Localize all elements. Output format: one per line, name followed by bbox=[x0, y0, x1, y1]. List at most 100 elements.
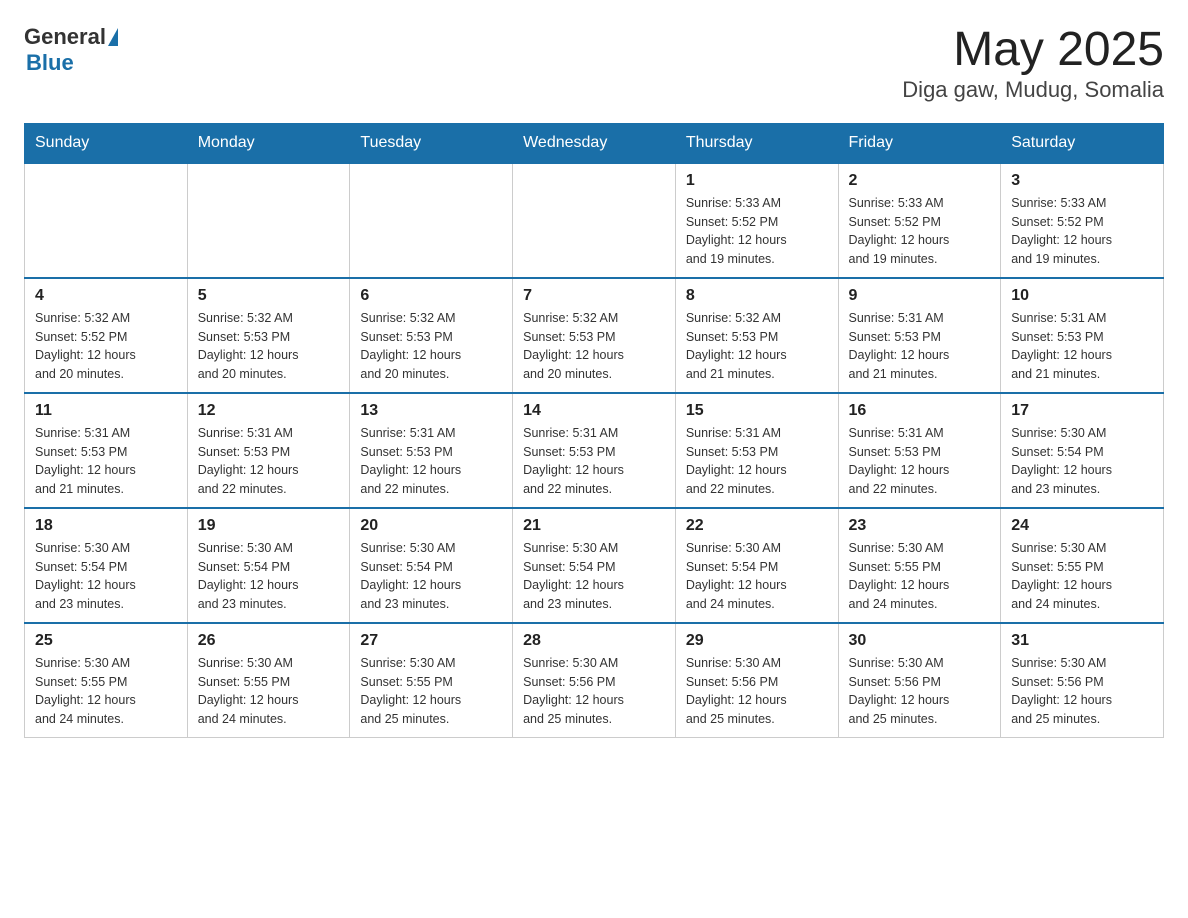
calendar-cell bbox=[187, 163, 350, 278]
calendar-cell: 26Sunrise: 5:30 AMSunset: 5:55 PMDayligh… bbox=[187, 623, 350, 738]
col-sunday: Sunday bbox=[25, 123, 188, 163]
calendar-cell: 9 Sunrise: 5:31 AMSunset: 5:53 PMDaylight… bbox=[838, 278, 1001, 393]
calendar-cell: 28 Sunrise: 5:30 AMSunset: 5:56 PMDayligh… bbox=[513, 623, 676, 738]
calendar-cell bbox=[350, 163, 513, 278]
day-number: 13 bbox=[360, 402, 502, 420]
day-info: Sunrise: 5:30 AMSunset: 5:55 PMDaylight:… bbox=[1011, 539, 1153, 614]
day-number: 19 bbox=[198, 517, 340, 535]
day-info: Sunrise: 5:31 AMSunset: 5:53 PMDaylight:… bbox=[35, 424, 177, 499]
logo-triangle-icon bbox=[108, 28, 118, 46]
day-number: 4 bbox=[35, 287, 177, 305]
calendar-title: May 2025 bbox=[902, 24, 1164, 77]
logo: General Blue bbox=[24, 24, 120, 76]
calendar-cell: 8 Sunrise: 5:32 AMSunset: 5:53 PMDaylight… bbox=[675, 278, 838, 393]
calendar-cell: 2 Sunrise: 5:33 AMSunset: 5:52 PMDaylight… bbox=[838, 163, 1001, 278]
logo-blue-text: Blue bbox=[26, 50, 74, 75]
day-info: Sunrise: 5:31 AMSunset: 5:53 PMDaylight:… bbox=[360, 424, 502, 499]
day-info: Sunrise: 5:32 AMSunset: 5:52 PMDaylight:… bbox=[35, 309, 177, 384]
day-info: Sunrise: 5:30 AMSunset: 5:54 PMDaylight:… bbox=[523, 539, 665, 614]
day-number: 12 bbox=[198, 402, 340, 420]
day-number: 9 bbox=[849, 287, 991, 305]
day-number: 18 bbox=[35, 517, 177, 535]
day-info: Sunrise: 5:33 AMSunset: 5:52 PMDaylight:… bbox=[849, 194, 991, 269]
calendar-cell: 10Sunrise: 5:31 AMSunset: 5:53 PMDayligh… bbox=[1001, 278, 1164, 393]
calendar-cell: 13 Sunrise: 5:31 AMSunset: 5:53 PMDayligh… bbox=[350, 393, 513, 508]
col-wednesday: Wednesday bbox=[513, 123, 676, 163]
day-number: 24 bbox=[1011, 517, 1153, 535]
day-info: Sunrise: 5:32 AMSunset: 5:53 PMDaylight:… bbox=[360, 309, 502, 384]
day-info: Sunrise: 5:30 AMSunset: 5:56 PMDaylight:… bbox=[686, 654, 828, 729]
day-info: Sunrise: 5:30 AMSunset: 5:54 PMDaylight:… bbox=[1011, 424, 1153, 499]
day-info: Sunrise: 5:30 AMSunset: 5:54 PMDaylight:… bbox=[35, 539, 177, 614]
calendar-table: Sunday Monday Tuesday Wednesday Thursday… bbox=[24, 123, 1164, 738]
day-number: 14 bbox=[523, 402, 665, 420]
day-number: 8 bbox=[686, 287, 828, 305]
day-number: 6 bbox=[360, 287, 502, 305]
day-info: Sunrise: 5:33 AMSunset: 5:52 PMDaylight:… bbox=[686, 194, 828, 269]
calendar-cell: 27 Sunrise: 5:30 AMSunset: 5:55 PMDayligh… bbox=[350, 623, 513, 738]
day-info: Sunrise: 5:32 AMSunset: 5:53 PMDaylight:… bbox=[523, 309, 665, 384]
week-row-1: 1 Sunrise: 5:33 AMSunset: 5:52 PMDaylight… bbox=[25, 163, 1164, 278]
calendar-cell: 29 Sunrise: 5:30 AMSunset: 5:56 PMDayligh… bbox=[675, 623, 838, 738]
day-info: Sunrise: 5:31 AMSunset: 5:53 PMDaylight:… bbox=[686, 424, 828, 499]
day-info: Sunrise: 5:30 AMSunset: 5:55 PMDaylight:… bbox=[360, 654, 502, 729]
calendar-cell: 5Sunrise: 5:32 AMSunset: 5:53 PMDaylight… bbox=[187, 278, 350, 393]
col-tuesday: Tuesday bbox=[350, 123, 513, 163]
day-number: 10 bbox=[1011, 287, 1153, 305]
calendar-cell: 31Sunrise: 5:30 AMSunset: 5:56 PMDayligh… bbox=[1001, 623, 1164, 738]
col-monday: Monday bbox=[187, 123, 350, 163]
calendar-cell: 12 Sunrise: 5:31 AMSunset: 5:53 PMDayligh… bbox=[187, 393, 350, 508]
day-number: 29 bbox=[686, 632, 828, 650]
calendar-cell: 20 Sunrise: 5:30 AMSunset: 5:54 PMDayligh… bbox=[350, 508, 513, 623]
calendar-cell: 11 Sunrise: 5:31 AMSunset: 5:53 PMDayligh… bbox=[25, 393, 188, 508]
day-number: 22 bbox=[686, 517, 828, 535]
day-info: Sunrise: 5:30 AMSunset: 5:56 PMDaylight:… bbox=[849, 654, 991, 729]
calendar-header-row: Sunday Monday Tuesday Wednesday Thursday… bbox=[25, 123, 1164, 163]
day-info: Sunrise: 5:30 AMSunset: 5:54 PMDaylight:… bbox=[360, 539, 502, 614]
week-row-5: 25 Sunrise: 5:30 AMSunset: 5:55 PMDayligh… bbox=[25, 623, 1164, 738]
title-block: May 2025 Diga gaw, Mudug, Somalia bbox=[902, 24, 1164, 103]
calendar-cell: 25 Sunrise: 5:30 AMSunset: 5:55 PMDayligh… bbox=[25, 623, 188, 738]
logo-general-text: General bbox=[24, 24, 106, 50]
week-row-4: 18 Sunrise: 5:30 AMSunset: 5:54 PMDayligh… bbox=[25, 508, 1164, 623]
day-info: Sunrise: 5:31 AMSunset: 5:53 PMDaylight:… bbox=[849, 309, 991, 384]
day-number: 11 bbox=[35, 402, 177, 420]
day-number: 17 bbox=[1011, 402, 1153, 420]
calendar-cell: 15Sunrise: 5:31 AMSunset: 5:53 PMDayligh… bbox=[675, 393, 838, 508]
day-number: 27 bbox=[360, 632, 502, 650]
day-number: 2 bbox=[849, 172, 991, 190]
calendar-cell bbox=[25, 163, 188, 278]
calendar-cell: 14Sunrise: 5:31 AMSunset: 5:53 PMDayligh… bbox=[513, 393, 676, 508]
day-number: 31 bbox=[1011, 632, 1153, 650]
calendar-cell: 16Sunrise: 5:31 AMSunset: 5:53 PMDayligh… bbox=[838, 393, 1001, 508]
calendar-cell: 4 Sunrise: 5:32 AMSunset: 5:52 PMDaylight… bbox=[25, 278, 188, 393]
calendar-cell: 23Sunrise: 5:30 AMSunset: 5:55 PMDayligh… bbox=[838, 508, 1001, 623]
week-row-3: 11 Sunrise: 5:31 AMSunset: 5:53 PMDayligh… bbox=[25, 393, 1164, 508]
col-saturday: Saturday bbox=[1001, 123, 1164, 163]
day-number: 7 bbox=[523, 287, 665, 305]
day-info: Sunrise: 5:32 AMSunset: 5:53 PMDaylight:… bbox=[686, 309, 828, 384]
day-number: 25 bbox=[35, 632, 177, 650]
calendar-cell: 18 Sunrise: 5:30 AMSunset: 5:54 PMDayligh… bbox=[25, 508, 188, 623]
day-info: Sunrise: 5:31 AMSunset: 5:53 PMDaylight:… bbox=[198, 424, 340, 499]
week-row-2: 4 Sunrise: 5:32 AMSunset: 5:52 PMDaylight… bbox=[25, 278, 1164, 393]
day-info: Sunrise: 5:30 AMSunset: 5:54 PMDaylight:… bbox=[686, 539, 828, 614]
day-info: Sunrise: 5:33 AMSunset: 5:52 PMDaylight:… bbox=[1011, 194, 1153, 269]
day-number: 1 bbox=[686, 172, 828, 190]
day-number: 28 bbox=[523, 632, 665, 650]
page-header: General Blue May 2025 Diga gaw, Mudug, S… bbox=[24, 24, 1164, 103]
calendar-cell: 24 Sunrise: 5:30 AMSunset: 5:55 PMDayligh… bbox=[1001, 508, 1164, 623]
day-number: 23 bbox=[849, 517, 991, 535]
day-number: 20 bbox=[360, 517, 502, 535]
day-info: Sunrise: 5:31 AMSunset: 5:53 PMDaylight:… bbox=[849, 424, 991, 499]
calendar-cell: 19Sunrise: 5:30 AMSunset: 5:54 PMDayligh… bbox=[187, 508, 350, 623]
calendar-cell: 6 Sunrise: 5:32 AMSunset: 5:53 PMDaylight… bbox=[350, 278, 513, 393]
day-number: 21 bbox=[523, 517, 665, 535]
day-info: Sunrise: 5:30 AMSunset: 5:55 PMDaylight:… bbox=[198, 654, 340, 729]
calendar-cell: 21 Sunrise: 5:30 AMSunset: 5:54 PMDayligh… bbox=[513, 508, 676, 623]
calendar-cell: 17 Sunrise: 5:30 AMSunset: 5:54 PMDayligh… bbox=[1001, 393, 1164, 508]
calendar-subtitle: Diga gaw, Mudug, Somalia bbox=[902, 77, 1164, 103]
day-info: Sunrise: 5:30 AMSunset: 5:56 PMDaylight:… bbox=[523, 654, 665, 729]
day-info: Sunrise: 5:30 AMSunset: 5:55 PMDaylight:… bbox=[35, 654, 177, 729]
day-number: 3 bbox=[1011, 172, 1153, 190]
